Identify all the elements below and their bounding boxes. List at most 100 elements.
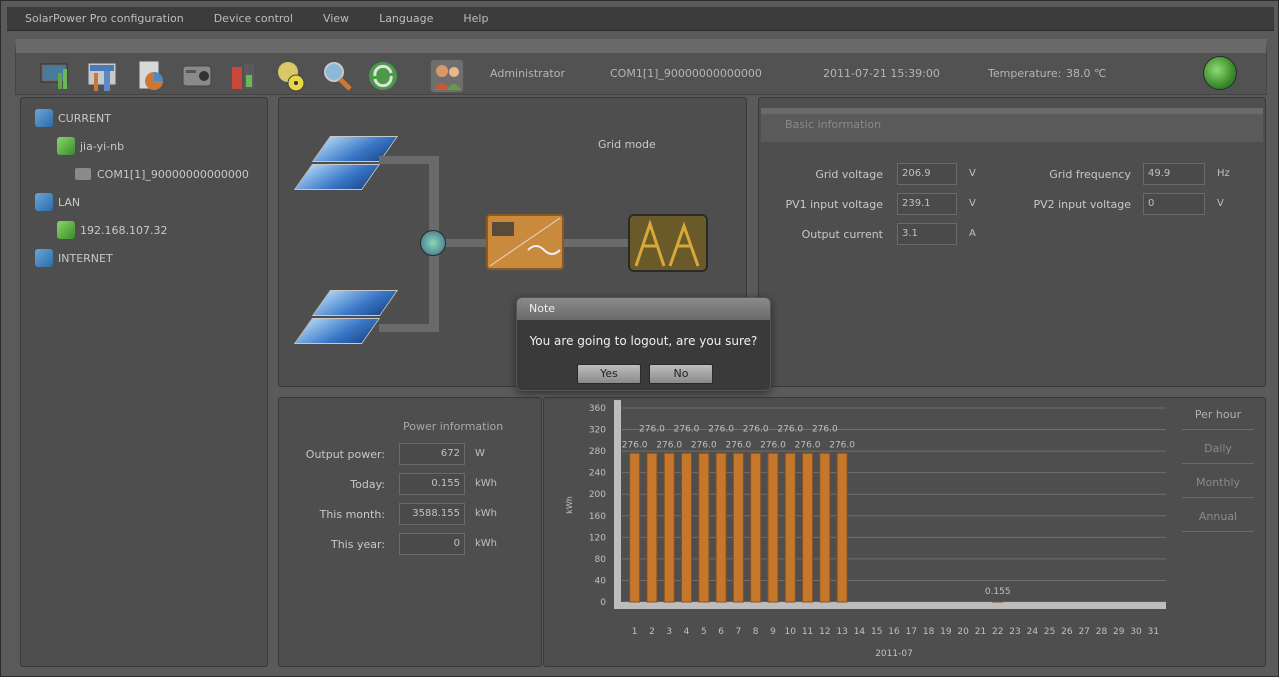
settings-tools-icon[interactable] (86, 59, 120, 93)
bar-value-label: 276.0 (795, 440, 821, 450)
output-current-label: Output current (801, 228, 883, 241)
menu-view[interactable]: View (323, 12, 349, 25)
y-tick-label: 320 (589, 426, 606, 436)
menu-configuration[interactable]: SolarPower Pro configuration (25, 12, 184, 25)
x-tick-label: 30 (1130, 627, 1142, 637)
tree-item-internet[interactable]: INTERNET (21, 244, 267, 272)
grid-voltage-label: Grid voltage (815, 168, 883, 181)
this-year-label: This year: (330, 538, 385, 551)
bar (663, 452, 675, 603)
device-icon[interactable] (180, 59, 214, 93)
tab-daily[interactable]: Daily (1182, 434, 1254, 464)
today-field[interactable]: 0.155 (399, 473, 465, 495)
tree-item-node[interactable]: jia-yi-nb (21, 132, 267, 160)
tree-item-label: 192.168.107.32 (80, 223, 168, 237)
bar-value-label: 0.155 (985, 587, 1011, 597)
com-port-icon (75, 168, 91, 180)
pv1-voltage-unit: V (969, 198, 976, 209)
refresh-icon[interactable] (366, 59, 400, 93)
x-axis (614, 602, 1166, 609)
current-user: Administrator (490, 67, 565, 80)
grid-mode-label: Grid mode (598, 138, 656, 151)
solar-panel-icon (293, 164, 381, 190)
tree-item-label: CURRENT (58, 111, 111, 125)
x-tick-label: 26 (1061, 627, 1073, 637)
tree-item-label: LAN (58, 195, 81, 209)
network-icon (35, 193, 53, 211)
search-icon[interactable] (320, 59, 354, 93)
temperature-label: Temperature: (988, 67, 1062, 80)
bar (819, 452, 831, 603)
bar-value-label: 276.0 (743, 424, 769, 434)
y-tick-label: 80 (595, 555, 607, 565)
pv2-voltage-field[interactable]: 0 (1143, 193, 1205, 215)
pv2-voltage-label: PV2 input voltage (1033, 198, 1131, 211)
this-year-field[interactable]: 0 (399, 533, 465, 555)
grid-voltage-unit: V (969, 168, 976, 179)
bar (629, 452, 641, 603)
bar (681, 452, 693, 603)
this-month-label: This month: (319, 508, 385, 521)
x-tick-label: 18 (923, 627, 935, 637)
users-icon[interactable] (430, 59, 464, 93)
x-tick-label: 21 (975, 627, 986, 637)
menu-help[interactable]: Help (463, 12, 488, 25)
grid-frequency-unit: Hz (1217, 168, 1230, 179)
tree-item-lan[interactable]: LAN (21, 188, 267, 216)
battery-icon[interactable] (226, 59, 260, 93)
report-pie-icon[interactable] (134, 59, 168, 93)
monitor-chart-icon[interactable] (38, 59, 72, 93)
output-power-field[interactable]: 672 (399, 443, 465, 465)
warning-radiation-icon[interactable] (274, 59, 308, 93)
output-power-unit: W (475, 448, 485, 459)
this-month-field[interactable]: 3588.155 (399, 503, 465, 525)
y-axis-label: kWh (565, 496, 574, 514)
today-unit: kWh (475, 478, 498, 489)
bar-value-label: 276.0 (656, 440, 682, 450)
bar (698, 452, 710, 603)
y-tick-label: 160 (589, 512, 606, 522)
bar (732, 452, 744, 603)
grid-frequency-field[interactable]: 49.9 (1143, 163, 1205, 185)
bar (750, 452, 762, 603)
tab-annual[interactable]: Annual (1182, 502, 1254, 532)
dialog-message: You are going to logout, are you sure? (529, 334, 758, 348)
output-current-field[interactable]: 3.1 (897, 223, 957, 245)
datetime: 2011-07-21 15:39:00 (823, 67, 940, 80)
tab-per-hour[interactable]: Per hour (1182, 400, 1254, 430)
dialog-title: Note (517, 298, 770, 320)
bar (836, 452, 848, 603)
tree-item-label: jia-yi-nb (80, 139, 125, 153)
tree-item-label: COM1[1]_90000000000000 (97, 167, 249, 181)
menu-language[interactable]: Language (379, 12, 433, 25)
y-tick-label: 240 (589, 469, 606, 479)
basic-info-title: Basic information (761, 108, 1263, 142)
bar (802, 452, 814, 603)
app-window: SolarPower Pro configuration Device cont… (0, 0, 1279, 677)
x-tick-label: 17 (906, 627, 917, 637)
pv2-voltage-unit: V (1217, 198, 1224, 209)
grid-voltage-field[interactable]: 206.9 (897, 163, 957, 185)
x-tick-label: 25 (1044, 627, 1055, 637)
bar-value-label: 276.0 (639, 424, 665, 434)
today-label: Today: (350, 478, 385, 491)
tree-item-current[interactable]: CURRENT (21, 104, 267, 132)
x-tick-label: 29 (1113, 627, 1125, 637)
tab-monthly[interactable]: Monthly (1182, 468, 1254, 498)
menu-device-control[interactable]: Device control (214, 12, 293, 25)
yes-button[interactable]: Yes (577, 364, 641, 384)
tree-item-lan-ip[interactable]: 192.168.107.32 (21, 216, 267, 244)
power-info-title: Power information (403, 420, 504, 433)
y-tick-label: 360 (589, 404, 606, 414)
x-tick-label: 7 (736, 627, 742, 637)
bar-value-label: 276.0 (674, 424, 700, 434)
no-button[interactable]: No (649, 364, 713, 384)
bar (767, 452, 779, 603)
network-icon (35, 249, 53, 267)
x-tick-label: 22 (992, 627, 1003, 637)
pv1-voltage-field[interactable]: 239.1 (897, 193, 957, 215)
x-tick-label: 8 (753, 627, 759, 637)
connector-line (439, 239, 487, 247)
tree-item-port[interactable]: COM1[1]_90000000000000 (21, 160, 267, 188)
y-axis (614, 400, 621, 602)
